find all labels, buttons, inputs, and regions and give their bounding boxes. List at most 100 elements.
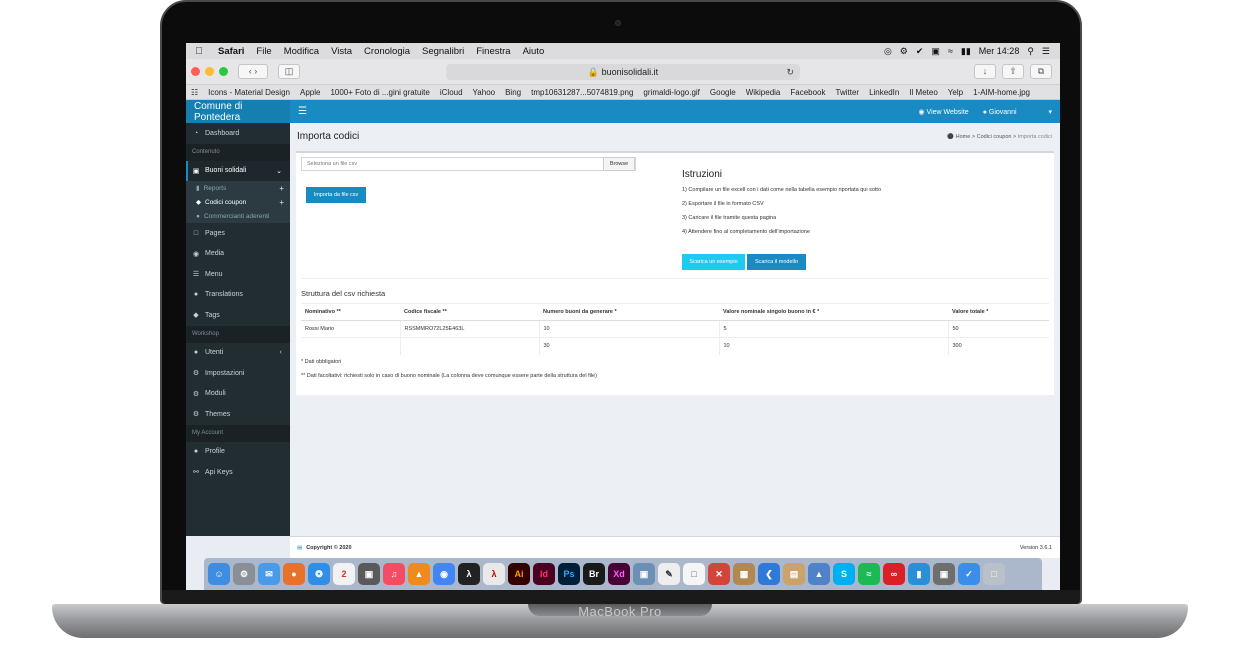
check-icon[interactable]: ✔ bbox=[916, 46, 924, 57]
bookmark-item[interactable]: tmp10631287...5074819.png bbox=[526, 88, 638, 97]
mail-icon[interactable]: ✉ bbox=[258, 563, 280, 585]
menu-segnalibri[interactable]: Segnalibri bbox=[416, 46, 470, 57]
photoshop-icon[interactable]: Ps bbox=[558, 563, 580, 585]
sidebar-toggle-icon[interactable]: ◫ bbox=[278, 64, 300, 79]
sidebar-sub-commercianti[interactable]: ● Commercianti aderenti bbox=[186, 209, 290, 223]
trash-icon[interactable]: □ bbox=[983, 563, 1005, 585]
menu-file[interactable]: File bbox=[250, 46, 277, 57]
bookmark-item[interactable]: iCloud bbox=[435, 88, 468, 97]
music-icon[interactable]: ♫ bbox=[383, 563, 405, 585]
skype-icon[interactable]: S bbox=[833, 563, 855, 585]
sidebar-sub-codici-coupon[interactable]: ◆ Codici coupon + bbox=[186, 195, 290, 209]
menu-safari[interactable]: Safari bbox=[212, 46, 250, 57]
close-window-icon[interactable] bbox=[191, 67, 200, 76]
charts-icon[interactable]: ▮ bbox=[908, 563, 930, 585]
transmit-icon[interactable]: ✓ bbox=[958, 563, 980, 585]
textedit-icon[interactable]: ✎ bbox=[658, 563, 680, 585]
battery-icon[interactable]: ▮▮ bbox=[961, 46, 971, 57]
indesign-icon[interactable]: Id bbox=[533, 563, 555, 585]
creative-cloud-icon[interactable]: ∞ bbox=[883, 563, 905, 585]
preferences-icon[interactable]: ⚙ bbox=[233, 563, 255, 585]
chrome-icon[interactable]: ◉ bbox=[433, 563, 455, 585]
bridge-icon[interactable]: Br bbox=[583, 563, 605, 585]
sidebar-item-buoni-solidali[interactable]: ▣ Buoni solidali ⌄ bbox=[186, 160, 290, 181]
view-website-link[interactable]: ◉ View Website bbox=[918, 108, 968, 116]
bookmark-item[interactable]: Twitter bbox=[831, 88, 865, 97]
control-center-icon[interactable]: ☰ bbox=[1042, 46, 1050, 57]
sidebar-item-api-keys[interactable]: ⚯ Api Keys bbox=[186, 462, 290, 483]
image-icon[interactable]: ▲ bbox=[808, 563, 830, 585]
sidebar-item-pages[interactable]: □ Pages bbox=[186, 223, 290, 244]
breadcrumb-home[interactable]: Home bbox=[956, 134, 971, 140]
bookmark-item[interactable]: Il Meteo bbox=[904, 88, 942, 97]
menu-cronologia[interactable]: Cronologia bbox=[358, 46, 416, 57]
import-csv-button[interactable]: Importa da file csv bbox=[306, 187, 366, 203]
photos-icon[interactable]: ▣ bbox=[358, 563, 380, 585]
address-bar[interactable]: 🔒 buonisolidali.it ↻ bbox=[446, 64, 800, 80]
safari-icon[interactable]: ❂ bbox=[308, 563, 330, 585]
sidebar-item-themes[interactable]: ⚙ Themes bbox=[186, 404, 290, 425]
lock-icon[interactable]: ▣ bbox=[931, 46, 940, 57]
breadcrumb-codici[interactable]: Codici coupon bbox=[977, 134, 1012, 140]
preview-icon[interactable]: ▣ bbox=[633, 563, 655, 585]
document-icon[interactable]: □ bbox=[683, 563, 705, 585]
user-menu[interactable]: ● Giovanni ▾ bbox=[983, 108, 1052, 116]
bookmark-item[interactable]: Google bbox=[705, 88, 741, 97]
sidebar-item-utenti[interactable]: ● Utenti ‹ bbox=[186, 343, 290, 364]
xd-icon[interactable]: Xd bbox=[608, 563, 630, 585]
creative-cloud-icon[interactable]: ◎ bbox=[884, 46, 892, 57]
reload-icon[interactable]: ↻ bbox=[786, 64, 794, 80]
menu-aiuto[interactable]: Aiuto bbox=[517, 46, 551, 57]
download-template-button[interactable]: Scarica il modello bbox=[747, 254, 806, 270]
sidebar-item-media[interactable]: ◉ Media bbox=[186, 244, 290, 265]
notes-icon[interactable]: ▤ bbox=[783, 563, 805, 585]
bookmark-item[interactable]: grimaldi-logo.gif bbox=[638, 88, 704, 97]
csv-file-input[interactable]: Seleziona un file csv Browse bbox=[301, 157, 636, 171]
wifi-icon[interactable]: ≈ bbox=[948, 46, 953, 56]
menu-finestra[interactable]: Finestra bbox=[470, 46, 516, 57]
minimize-window-icon[interactable] bbox=[205, 67, 214, 76]
sidebar-item-impostazioni[interactable]: ⚙ Impostazioni bbox=[186, 363, 290, 384]
apple-icon[interactable]:  bbox=[186, 46, 212, 57]
bookmark-item[interactable]: Yelp bbox=[943, 88, 968, 97]
finder-icon[interactable]: ☺ bbox=[208, 563, 230, 585]
share-icon[interactable]: ⇧ bbox=[1002, 64, 1024, 79]
bookmark-item[interactable]: 1000+ Foto di ...gini gratuite bbox=[325, 88, 434, 97]
tools-icon[interactable]: ✕ bbox=[708, 563, 730, 585]
screenshot-icon[interactable]: ▣ bbox=[933, 563, 955, 585]
sidebar-sub-reports[interactable]: ▮ Reports + bbox=[186, 181, 290, 195]
bookmark-item[interactable]: Facebook bbox=[785, 88, 830, 97]
zoom-window-icon[interactable] bbox=[219, 67, 228, 76]
vscode-icon[interactable]: ❮ bbox=[758, 563, 780, 585]
bookmark-item[interactable]: LinkedIn bbox=[864, 88, 904, 97]
bookmark-item[interactable]: 1-AIM-home.jpg bbox=[968, 88, 1035, 97]
sidebar-item-tags[interactable]: ◆ Tags bbox=[186, 305, 290, 326]
sidebar-item-moduli[interactable]: ⚙ Moduli bbox=[186, 384, 290, 405]
sidebar-item-dashboard[interactable]: ◔ Dashboard bbox=[186, 123, 290, 144]
clock[interactable]: Mer 14:28 bbox=[979, 46, 1020, 56]
menu-vista[interactable]: Vista bbox=[325, 46, 358, 57]
browse-button[interactable]: Browse bbox=[603, 157, 635, 171]
menu-modifica[interactable]: Modifica bbox=[278, 46, 325, 57]
acrobat-icon[interactable]: λ bbox=[458, 563, 480, 585]
spotify-icon[interactable]: ≈ bbox=[858, 563, 880, 585]
download-icon[interactable]: ↓ bbox=[974, 64, 996, 79]
archive-icon[interactable]: ▦ bbox=[733, 563, 755, 585]
vlc-icon[interactable]: ▲ bbox=[408, 563, 430, 585]
hamburger-icon[interactable]: ☰ bbox=[298, 106, 307, 117]
grid-icon[interactable]: ☷ bbox=[186, 88, 203, 97]
sidebar-item-translations[interactable]: ● Translations bbox=[186, 285, 290, 306]
bookmark-item[interactable]: Yahoo bbox=[468, 88, 501, 97]
calendar-icon[interactable]: 2 bbox=[333, 563, 355, 585]
back-forward-buttons[interactable]: ‹ › bbox=[238, 64, 268, 79]
sidebar-item-profile[interactable]: ● Profile bbox=[186, 442, 290, 463]
bookmark-item[interactable]: Bing bbox=[500, 88, 526, 97]
bookmark-item[interactable]: Apple bbox=[295, 88, 325, 97]
firefox-icon[interactable]: ● bbox=[283, 563, 305, 585]
illustrator-icon[interactable]: Ai bbox=[508, 563, 530, 585]
settings-icon[interactable]: ⚙ bbox=[900, 46, 908, 57]
bookmark-item[interactable]: Icons - Material Design bbox=[203, 88, 295, 97]
sidebar-item-menu[interactable]: ☰ Menu bbox=[186, 264, 290, 285]
acrobat-reader-icon[interactable]: λ bbox=[483, 563, 505, 585]
tabs-icon[interactable]: ⧉ bbox=[1030, 64, 1052, 79]
